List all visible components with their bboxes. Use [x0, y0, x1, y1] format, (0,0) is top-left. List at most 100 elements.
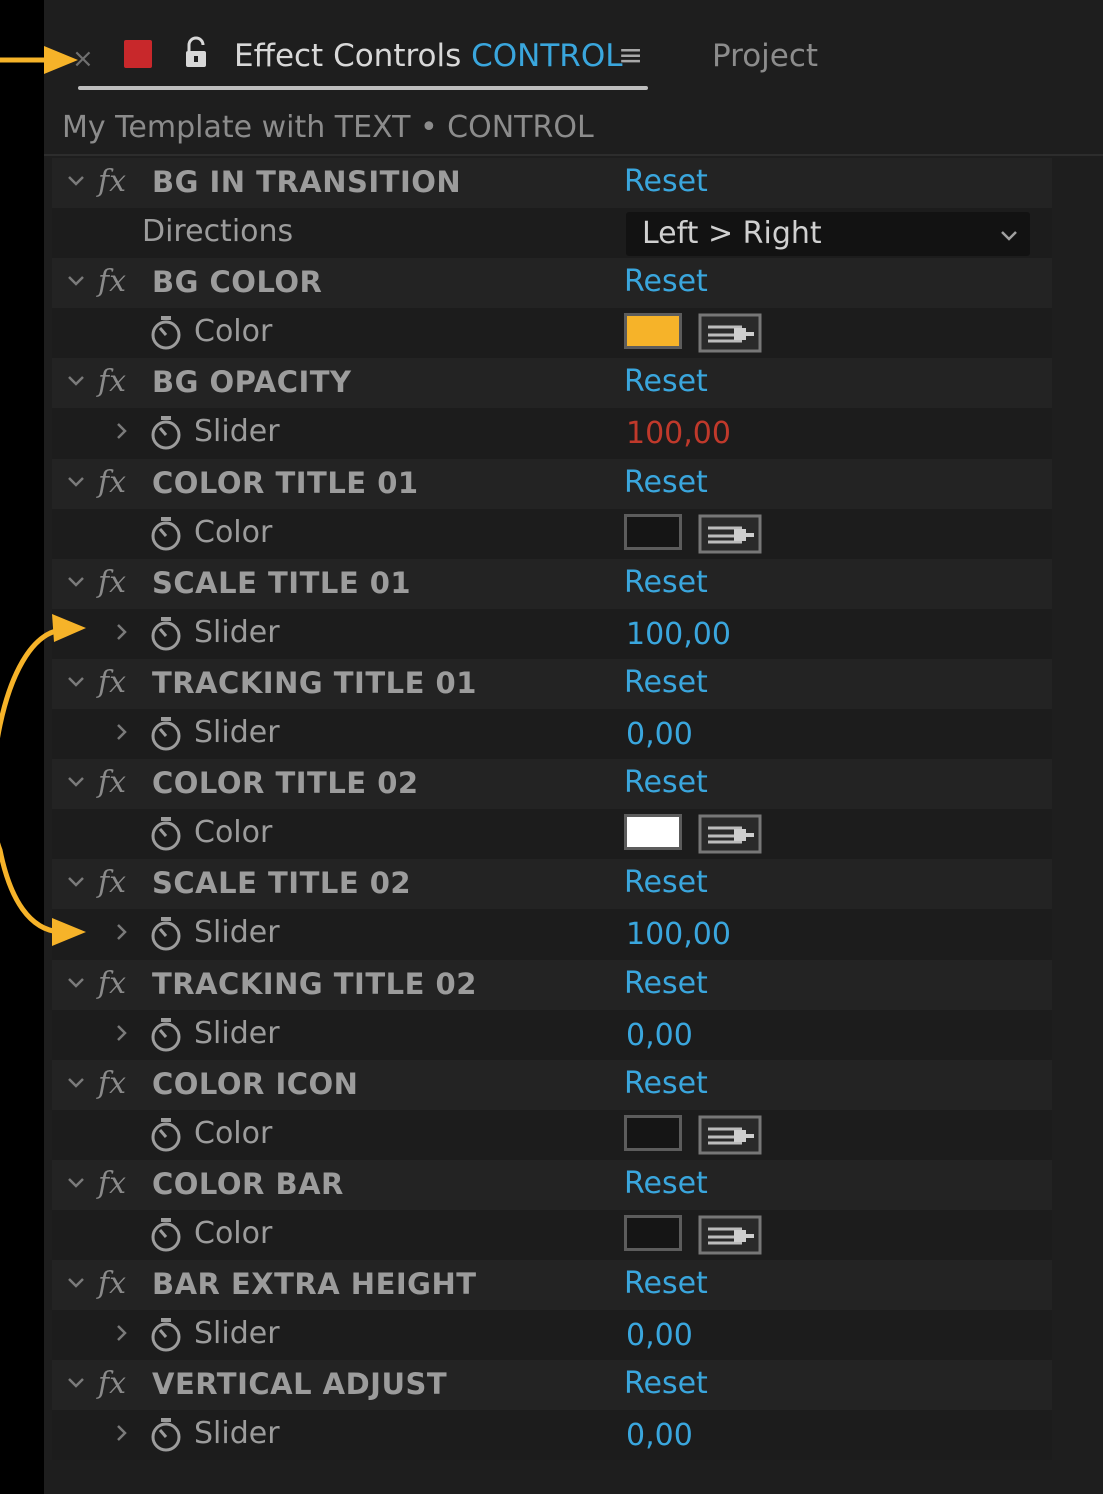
eyedropper-icon[interactable]: [698, 1115, 762, 1155]
tab-project[interactable]: Project: [712, 36, 818, 76]
property-row: Directions Left > Right: [52, 208, 1052, 259]
stopwatch-icon[interactable]: [148, 715, 184, 753]
stopwatch-icon[interactable]: [148, 1116, 184, 1154]
reset-link[interactable]: Reset: [624, 362, 708, 402]
color-swatch[interactable]: [624, 513, 682, 550]
color-swatch[interactable]: [624, 1114, 682, 1151]
fx-icon[interactable]: fx: [98, 1164, 126, 1204]
stopwatch-icon[interactable]: [148, 915, 184, 953]
fx-icon[interactable]: fx: [98, 1064, 126, 1104]
reset-link[interactable]: Reset: [624, 162, 708, 202]
stopwatch-icon[interactable]: [148, 414, 184, 452]
slider-value[interactable]: 0,00: [626, 1416, 693, 1456]
chevron-down-icon[interactable]: [65, 169, 87, 191]
effect-header-row[interactable]: fx SCALE TITLE 01 Reset: [52, 558, 1052, 609]
stopwatch-icon[interactable]: [148, 1416, 184, 1454]
chevron-down-icon[interactable]: [65, 1271, 87, 1293]
reset-link[interactable]: Reset: [624, 964, 708, 1004]
stopwatch-icon[interactable]: [148, 314, 184, 352]
fx-icon[interactable]: fx: [98, 964, 126, 1004]
chevron-down-icon[interactable]: [65, 971, 87, 993]
fx-icon[interactable]: fx: [98, 663, 126, 703]
panel-menu-icon[interactable]: ≡: [618, 38, 643, 74]
reset-link[interactable]: Reset: [624, 1264, 708, 1304]
stopwatch-icon[interactable]: [148, 1016, 184, 1054]
chevron-right-icon[interactable]: [110, 1022, 132, 1044]
stopwatch-icon[interactable]: [148, 1216, 184, 1254]
color-swatch[interactable]: [624, 1214, 682, 1251]
effect-header-row[interactable]: fx BG COLOR Reset: [52, 258, 1052, 309]
chevron-right-icon[interactable]: [110, 420, 132, 442]
eyedropper-icon[interactable]: [698, 1215, 762, 1255]
chevron-right-icon[interactable]: [110, 1422, 132, 1444]
chevron-down-icon[interactable]: [65, 670, 87, 692]
effect-header-row[interactable]: fx COLOR ICON Reset: [52, 1059, 1052, 1110]
chevron-down-icon[interactable]: [65, 1371, 87, 1393]
effect-header-row[interactable]: fx TRACKING TITLE 01 Reset: [52, 658, 1052, 710]
effect-header-row[interactable]: fx COLOR BAR Reset: [52, 1159, 1052, 1210]
reset-link[interactable]: Reset: [624, 863, 708, 903]
reset-link[interactable]: Reset: [624, 463, 708, 503]
slider-value[interactable]: 0,00: [626, 715, 693, 755]
slider-value[interactable]: 100,00: [626, 915, 731, 955]
directions-dropdown[interactable]: Left > Right: [626, 212, 1030, 257]
chevron-right-icon[interactable]: [110, 721, 132, 743]
effect-header-row[interactable]: fx COLOR TITLE 01 Reset: [52, 458, 1052, 509]
reset-link[interactable]: Reset: [624, 1064, 708, 1104]
stopwatch-icon[interactable]: [148, 1316, 184, 1354]
reset-link[interactable]: Reset: [624, 1164, 708, 1204]
slider-value[interactable]: 100,00: [626, 615, 731, 655]
fx-icon[interactable]: fx: [98, 1264, 126, 1304]
stopwatch-icon[interactable]: [148, 515, 184, 553]
chevron-right-icon[interactable]: [110, 921, 132, 943]
fx-icon[interactable]: fx: [98, 563, 126, 603]
effect-header-row[interactable]: fx TRACKING TITLE 02 Reset: [52, 959, 1052, 1010]
chevron-down-icon[interactable]: [65, 570, 87, 592]
eyedropper-icon[interactable]: [698, 313, 762, 353]
reset-link[interactable]: Reset: [624, 563, 708, 603]
slider-value[interactable]: 100,00: [626, 414, 731, 454]
property-label: Slider: [194, 1015, 280, 1051]
stopwatch-icon[interactable]: [148, 615, 184, 653]
effect-header-row[interactable]: fx SCALE TITLE 02 Reset: [52, 859, 1052, 910]
fx-icon[interactable]: fx: [98, 362, 126, 402]
close-tab-icon[interactable]: ×: [72, 44, 94, 74]
eyedropper-icon[interactable]: [698, 814, 762, 854]
chevron-down-icon[interactable]: [65, 770, 87, 792]
chevron-down-icon[interactable]: [65, 470, 87, 492]
reset-link[interactable]: Reset: [624, 763, 708, 803]
breadcrumb: My Template with TEXT • CONTROL: [62, 110, 594, 145]
effect-header-row[interactable]: fx COLOR TITLE 02 Reset: [52, 759, 1052, 810]
chevron-down-icon[interactable]: [65, 1071, 87, 1093]
tab-effect-controls[interactable]: Effect Controls CONTROL: [234, 36, 623, 76]
fx-icon[interactable]: fx: [98, 763, 126, 803]
chevron-down-icon[interactable]: [65, 369, 87, 391]
chevron-right-icon[interactable]: [110, 621, 132, 643]
effect-header-row[interactable]: fx BAR EXTRA HEIGHT Reset: [52, 1260, 1052, 1311]
unlocked-icon[interactable]: [184, 36, 208, 70]
chevron-right-icon[interactable]: [110, 1322, 132, 1344]
stopwatch-icon[interactable]: [148, 815, 184, 853]
color-swatch[interactable]: [624, 814, 682, 851]
fx-icon[interactable]: fx: [98, 262, 126, 302]
reset-link[interactable]: Reset: [624, 663, 708, 703]
fx-icon[interactable]: fx: [98, 162, 126, 202]
fx-icon[interactable]: fx: [98, 463, 126, 503]
slider-value[interactable]: 0,00: [626, 1016, 693, 1056]
chevron-down-icon[interactable]: [65, 1171, 87, 1193]
slider-value[interactable]: 0,00: [626, 1316, 693, 1356]
chevron-down-icon[interactable]: [65, 269, 87, 291]
label-color-swatch[interactable]: [124, 40, 152, 68]
effect-header-row[interactable]: fx VERTICAL ADJUST Reset: [52, 1360, 1052, 1411]
reset-link[interactable]: Reset: [624, 1364, 708, 1404]
fx-icon[interactable]: fx: [98, 1364, 126, 1404]
color-swatch[interactable]: [624, 313, 682, 350]
chevron-down-icon[interactable]: [65, 870, 87, 892]
effect-name: BG OPACITY: [152, 365, 352, 400]
eyedropper-icon[interactable]: [698, 514, 762, 554]
property-row: Color: [52, 1209, 1052, 1261]
effect-header-row[interactable]: fx BG OPACITY Reset: [52, 358, 1052, 409]
effect-header-row[interactable]: fx BG IN TRANSITION Reset: [52, 158, 1052, 209]
reset-link[interactable]: Reset: [624, 262, 708, 302]
fx-icon[interactable]: fx: [98, 863, 126, 903]
